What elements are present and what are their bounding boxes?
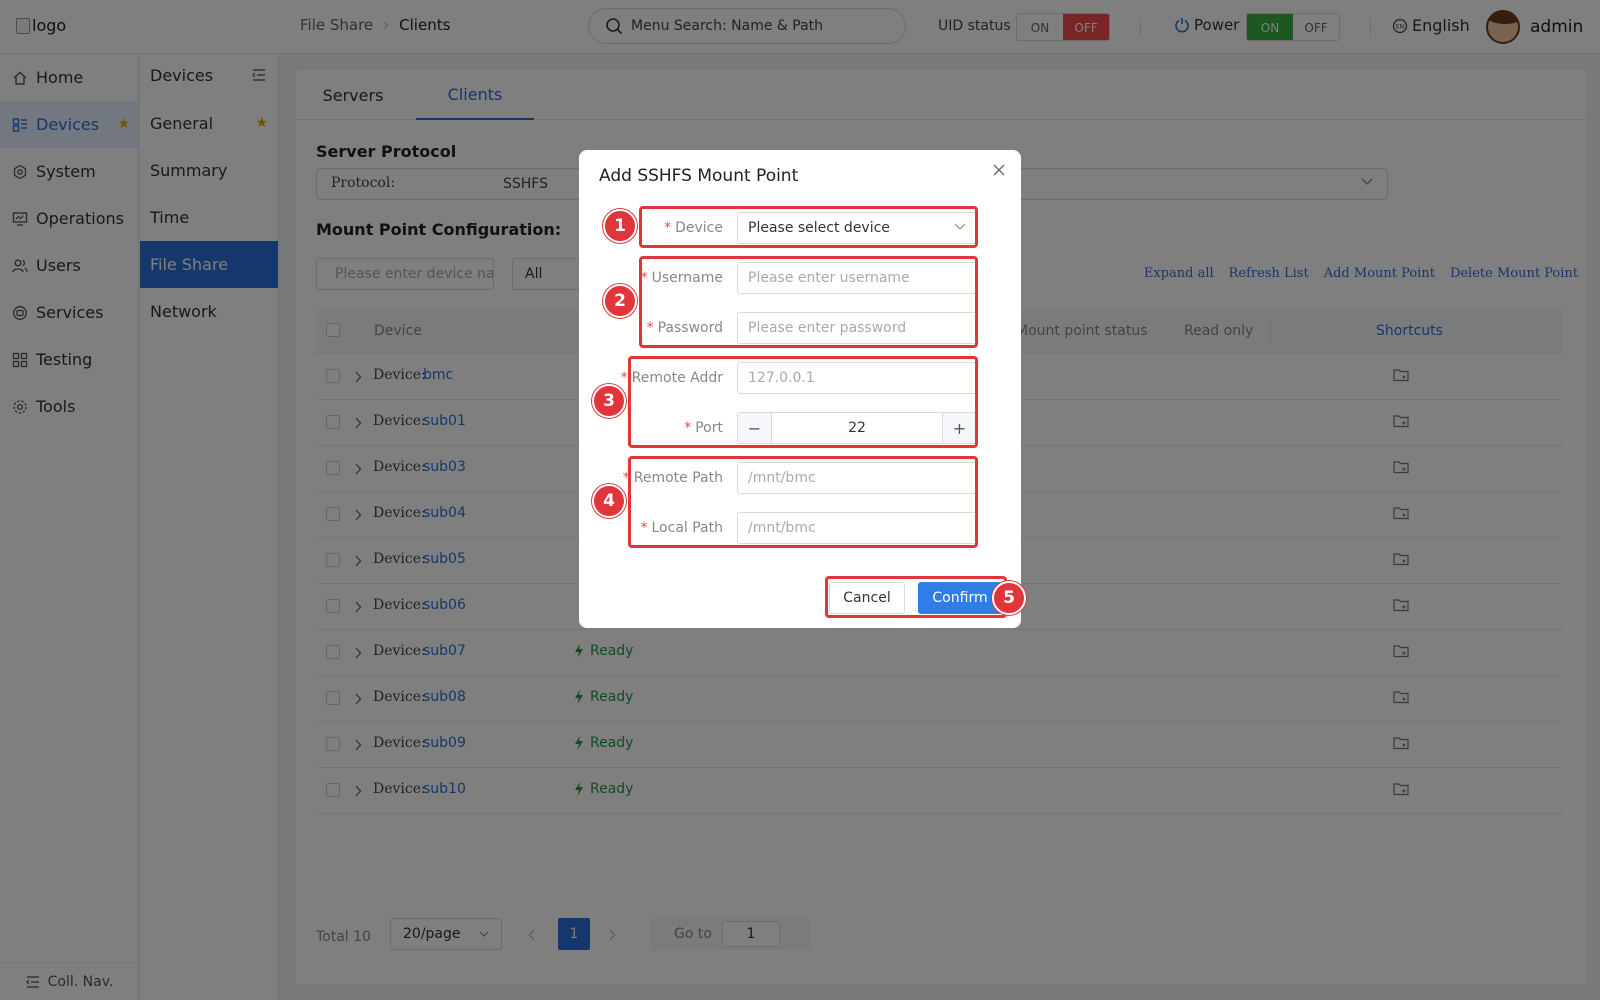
annotation-badge-2: 2 — [603, 284, 637, 318]
annotation-badge-1: 1 — [603, 209, 637, 243]
annotation-badge-5: 5 — [992, 581, 1026, 615]
annotation-badge-4: 4 — [592, 484, 626, 518]
dialog-title: Add SSHFS Mount Point — [599, 166, 799, 186]
add-mount-point-dialog: Add SSHFS Mount Point * Device Please sel… — [579, 150, 1026, 628]
close-icon[interactable] — [993, 164, 1005, 176]
annotation-box-3 — [628, 356, 978, 448]
annotation-box-2 — [639, 256, 978, 348]
annotation-box-4 — [628, 456, 978, 548]
annotation-badge-3: 3 — [592, 384, 626, 418]
annotation-box-5 — [825, 576, 1007, 618]
annotation-box-1 — [639, 206, 978, 248]
